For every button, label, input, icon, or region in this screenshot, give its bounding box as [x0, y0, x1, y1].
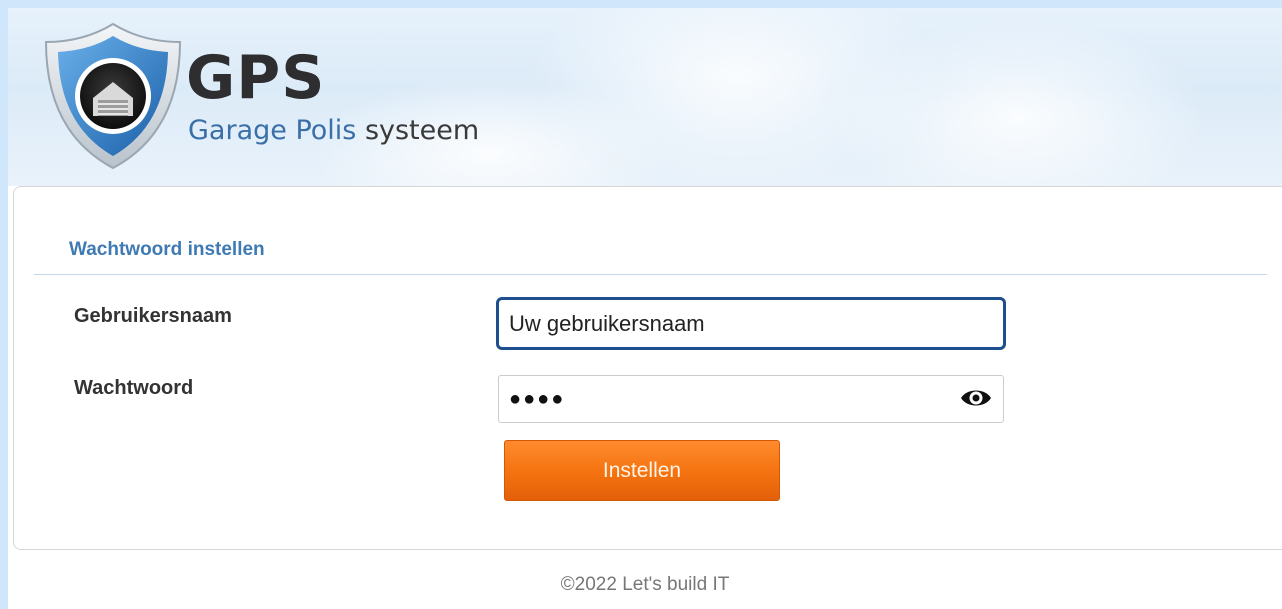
- footer-copyright: ©2022 Let's build IT: [560, 574, 730, 595]
- brand-subtitle: Garage Polis systeem: [188, 116, 479, 146]
- page: GPS Garage Polis systeem Wachtwoord inst…: [8, 8, 1282, 609]
- brand-title: GPS: [186, 43, 326, 113]
- password-label: Wachtwoord: [74, 377, 194, 399]
- brand-subtitle-part2: systeem: [356, 115, 480, 146]
- divider: [34, 274, 1267, 275]
- eye-icon[interactable]: [959, 384, 993, 412]
- password-input[interactable]: ●●●●: [498, 375, 1004, 423]
- username-input[interactable]: [496, 297, 1006, 350]
- password-masked-value: ●●●●: [509, 388, 566, 410]
- set-password-panel: Wachtwoord instellen Gebruikersnaam Wach…: [13, 186, 1282, 550]
- panel-heading: Wachtwoord instellen: [69, 239, 265, 260]
- header-banner: GPS Garage Polis systeem: [8, 8, 1282, 186]
- brand-subtitle-part1: Garage Polis: [188, 115, 357, 146]
- shield-garage-icon: [38, 20, 188, 172]
- submit-button[interactable]: Instellen: [504, 440, 780, 501]
- username-label: Gebruikersnaam: [74, 305, 232, 327]
